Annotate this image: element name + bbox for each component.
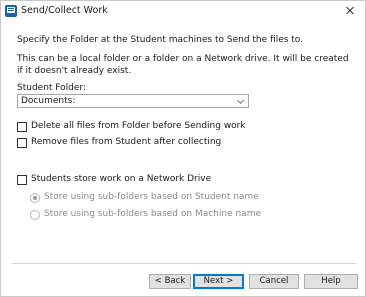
checkbox-box[interactable] bbox=[17, 122, 27, 132]
title-bar: Send/Collect Work bbox=[1, 1, 365, 21]
close-icon[interactable] bbox=[339, 2, 361, 20]
footer-divider bbox=[11, 263, 357, 264]
checkbox-box[interactable] bbox=[17, 138, 27, 148]
back-button[interactable]: < Back bbox=[149, 274, 191, 289]
next-button[interactable]: Next > bbox=[193, 274, 244, 289]
intro-text: Specify the Folder at the Student machin… bbox=[17, 35, 304, 45]
machine-name-radio-label: Store using sub-folders based on Machine… bbox=[44, 209, 262, 219]
remove-files-label: Remove files from Student after collecti… bbox=[31, 137, 222, 147]
student-folder-label: Student Folder: bbox=[17, 83, 86, 93]
radio-button[interactable] bbox=[30, 210, 40, 220]
app-icon bbox=[5, 5, 17, 17]
window-title: Send/Collect Work bbox=[21, 5, 108, 16]
chevron-down-icon bbox=[236, 96, 245, 105]
checkbox-box[interactable] bbox=[17, 175, 27, 185]
help-button[interactable]: Help bbox=[304, 274, 358, 289]
student-name-radio-label: Store using sub-folders based on Student… bbox=[44, 192, 259, 202]
description-text: This can be a local folder or a folder o… bbox=[17, 54, 349, 76]
network-drive-label: Students store work on a Network Drive bbox=[31, 174, 212, 184]
cancel-button[interactable]: Cancel bbox=[249, 274, 299, 289]
student-folder-value: Documents: bbox=[21, 96, 76, 106]
delete-files-label: Delete all files from Folder before Send… bbox=[31, 121, 246, 131]
radio-button[interactable] bbox=[30, 193, 40, 203]
send-collect-work-dialog: Send/Collect Work Specify the Folder at … bbox=[0, 0, 366, 297]
student-folder-select[interactable]: Documents: bbox=[17, 94, 249, 108]
